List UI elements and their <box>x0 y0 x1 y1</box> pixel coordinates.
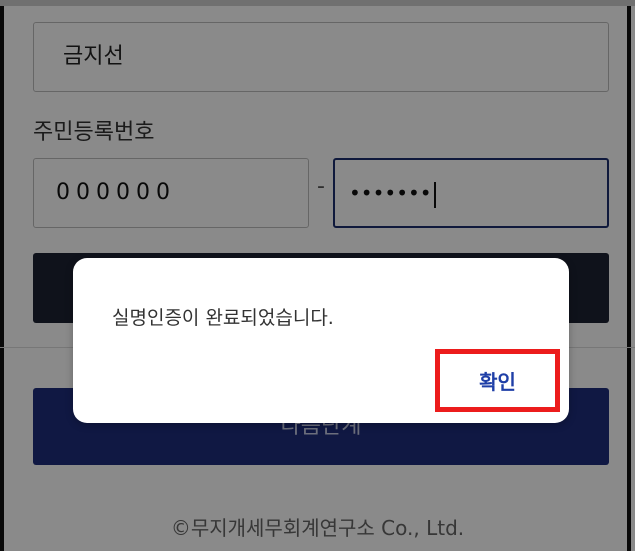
alert-dialog: 실명인증이 완료되었습니다. 확인 <box>73 258 569 423</box>
confirm-button[interactable]: 확인 <box>440 354 555 407</box>
dialog-message: 실명인증이 완료되었습니다. <box>112 307 334 329</box>
